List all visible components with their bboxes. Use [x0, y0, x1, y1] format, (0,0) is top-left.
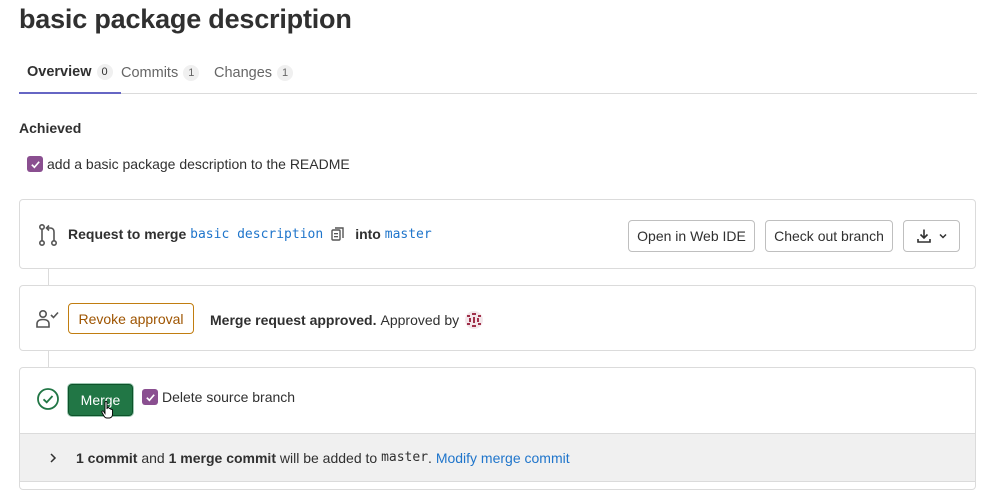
- approver-avatar[interactable]: [464, 310, 484, 330]
- hand-cursor-icon: [101, 401, 113, 419]
- delete-source-label: Delete source branch: [162, 389, 296, 405]
- target-branch-name: master: [381, 450, 429, 465]
- tab-changes-label: Changes: [214, 65, 273, 81]
- into-label: into: [355, 226, 381, 242]
- download-icon: [916, 229, 931, 243]
- merge-commit-count: 1 merge commit: [168, 449, 276, 466]
- timeline-connector: [48, 269, 49, 285]
- tab-overview-label: Overview: [27, 64, 92, 80]
- achieved-heading: Achieved: [19, 120, 82, 136]
- approval-icon: [36, 309, 59, 328]
- task-item: add a basic package description to the R…: [27, 156, 350, 172]
- timeline-connector: [48, 351, 49, 367]
- merge-info-card: Request to merge basic description into …: [19, 199, 976, 269]
- commit-summary-bar[interactable]: 1 commit and 1 merge commit will be adde…: [20, 433, 975, 482]
- target-branch-link[interactable]: master: [385, 227, 432, 242]
- tab-overview[interactable]: Overview 0: [19, 52, 121, 94]
- period: .: [428, 449, 432, 466]
- status-success-icon: [37, 388, 59, 410]
- chevron-down-icon: [938, 233, 947, 239]
- check-out-branch-button[interactable]: Check out branch: [765, 220, 893, 252]
- tab-changes[interactable]: Changes 1: [214, 52, 294, 94]
- modify-merge-commit-link[interactable]: Modify merge commit: [436, 450, 570, 466]
- request-to-merge-label: Request to merge: [68, 226, 187, 242]
- source-branch-link[interactable]: basic description: [190, 227, 323, 242]
- merge-card: Merge Delete source branch 1 commit and …: [19, 367, 976, 490]
- tab-commits[interactable]: Commits 1: [121, 52, 200, 94]
- approval-status: Merge request approved. Approved by: [210, 310, 484, 330]
- check-icon: [30, 160, 40, 168]
- tab-changes-count: 1: [277, 65, 294, 81]
- download-dropdown-button[interactable]: [903, 220, 960, 252]
- task-label: add a basic package description to the R…: [47, 156, 350, 172]
- merge-request-icon: [38, 223, 58, 246]
- tab-commits-label: Commits: [121, 65, 179, 81]
- added-to-text: will be added to: [279, 449, 378, 466]
- check-icon: [145, 393, 155, 401]
- approval-card: Revoke approval Merge request approved. …: [19, 285, 976, 351]
- and-text: and: [141, 449, 165, 466]
- task-checkbox[interactable]: [27, 156, 43, 172]
- merge-request-summary: Request to merge basic description into …: [68, 226, 432, 242]
- approval-status-text: Merge request approved.: [210, 312, 377, 328]
- delete-source-option[interactable]: Delete source branch: [142, 389, 295, 405]
- copy-icon[interactable]: [331, 226, 345, 242]
- delete-source-checkbox[interactable]: [142, 389, 158, 405]
- tab-commits-count: 1: [183, 65, 200, 81]
- approved-by-label: Approved by: [380, 312, 460, 328]
- commit-count: 1 commit: [76, 449, 138, 466]
- revoke-approval-button[interactable]: Revoke approval: [68, 303, 194, 334]
- open-in-web-ide-button[interactable]: Open in Web IDE: [628, 220, 755, 252]
- merge-request-tabs: Overview 0 Commits 1 Changes 1: [19, 52, 977, 94]
- tab-overview-count: 0: [96, 64, 113, 80]
- page-title: basic package description: [19, 4, 352, 34]
- chevron-right-icon[interactable]: [47, 452, 59, 464]
